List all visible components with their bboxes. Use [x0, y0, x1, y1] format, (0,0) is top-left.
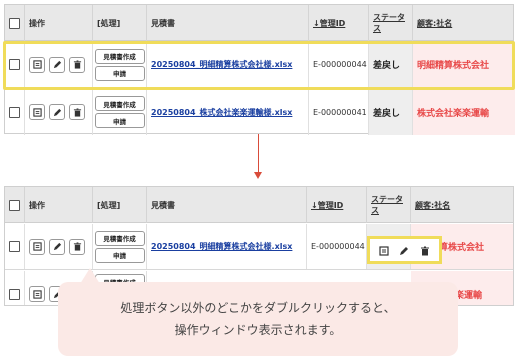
process-cell: 見積書作成 申請: [93, 89, 147, 135]
ops-cell: [25, 224, 93, 269]
row-select[interactable]: [5, 271, 25, 305]
header-process: [処理]: [93, 187, 147, 223]
trash-icon[interactable]: [69, 104, 85, 120]
document-icon[interactable]: [29, 104, 45, 120]
operation-window: [367, 236, 442, 264]
trash-icon[interactable]: [69, 238, 85, 255]
apply-button[interactable]: 申請: [94, 247, 145, 263]
document-icon[interactable]: [29, 238, 45, 255]
select-all-checkbox[interactable]: [9, 199, 20, 211]
header-customer[interactable]: 顧客:社名: [411, 187, 513, 223]
create-estimate-button[interactable]: 見積書作成: [94, 96, 145, 111]
header-customer[interactable]: 顧客:社名: [413, 5, 515, 41]
row-select[interactable]: [5, 224, 25, 269]
flow-arrow: [258, 134, 259, 174]
select-all-checkbox[interactable]: [9, 17, 20, 29]
trash-icon[interactable]: [420, 241, 430, 260]
table-header: 操作 [処理] 見積書 ↓管理ID ステータス 顧客:社名: [5, 187, 513, 223]
row-select[interactable]: [5, 89, 25, 135]
header-ops: 操作: [25, 187, 93, 223]
header-estimate: 見積書: [147, 5, 309, 41]
estimate-cell: 20250804_株式会社楽楽運輸様.xlsx: [147, 89, 309, 135]
pencil-icon[interactable]: [49, 104, 65, 120]
callout-line-1: 処理ボタン以外のどこかをダブルクリックすると、: [120, 301, 396, 315]
status-badge: 差戻し: [369, 89, 413, 135]
instruction-callout: 処理ボタン以外のどこかをダブルクリックすると、 操作ウィンドウ表示されます。: [58, 282, 458, 356]
ops-cell: [25, 89, 93, 135]
header-mgmt-id[interactable]: ↓管理ID: [307, 187, 367, 223]
mgmt-id: E-000000044: [311, 242, 365, 251]
table-row[interactable]: 見積書作成 申請 20250804_株式会社楽楽運輸様.xlsx E-00000…: [5, 89, 515, 135]
table-header: 操作 [処理] 見積書 ↓管理ID ステータス 顧客:社名: [5, 5, 513, 41]
estimate-file-link[interactable]: 20250804_株式会社楽楽運輸様.xlsx: [147, 107, 292, 118]
document-icon[interactable]: [29, 286, 45, 302]
mgmt-id-cell: E-000000041: [309, 89, 369, 135]
header-select-all[interactable]: [5, 187, 25, 223]
row-checkbox[interactable]: [9, 288, 20, 300]
row-checkbox[interactable]: [9, 241, 20, 252]
mgmt-id-cell: E-000000044: [307, 224, 367, 269]
header-status[interactable]: ステータス: [369, 5, 413, 41]
process-cell: 見積書作成 申請: [93, 224, 147, 269]
header-ops: 操作: [25, 5, 93, 41]
header-mgmt-id[interactable]: ↓管理ID: [309, 5, 369, 41]
header-estimate: 見積書: [147, 187, 307, 223]
mgmt-id: E-000000041: [313, 107, 367, 117]
pencil-icon[interactable]: [399, 241, 409, 260]
pencil-icon[interactable]: [49, 238, 65, 255]
header-status[interactable]: ステータス: [367, 187, 411, 223]
callout-line-2: 操作ウィンドウ表示されます。: [174, 323, 342, 337]
apply-button[interactable]: 申請: [94, 113, 145, 128]
create-estimate-button[interactable]: 見積書作成: [94, 230, 145, 246]
row-highlight: [3, 41, 515, 90]
document-icon[interactable]: [379, 241, 389, 260]
arrow-head-icon: [254, 172, 262, 179]
header-process: [処理]: [93, 5, 147, 41]
row-checkbox[interactable]: [9, 106, 20, 118]
estimate-cell: 20250804_明細精算株式会社様.xlsx: [147, 224, 307, 269]
estimate-file-link[interactable]: 20250804_明細精算株式会社様.xlsx: [147, 241, 292, 252]
header-select-all[interactable]: [5, 5, 25, 41]
customer-name: 株式会社楽楽運輸: [413, 89, 515, 135]
